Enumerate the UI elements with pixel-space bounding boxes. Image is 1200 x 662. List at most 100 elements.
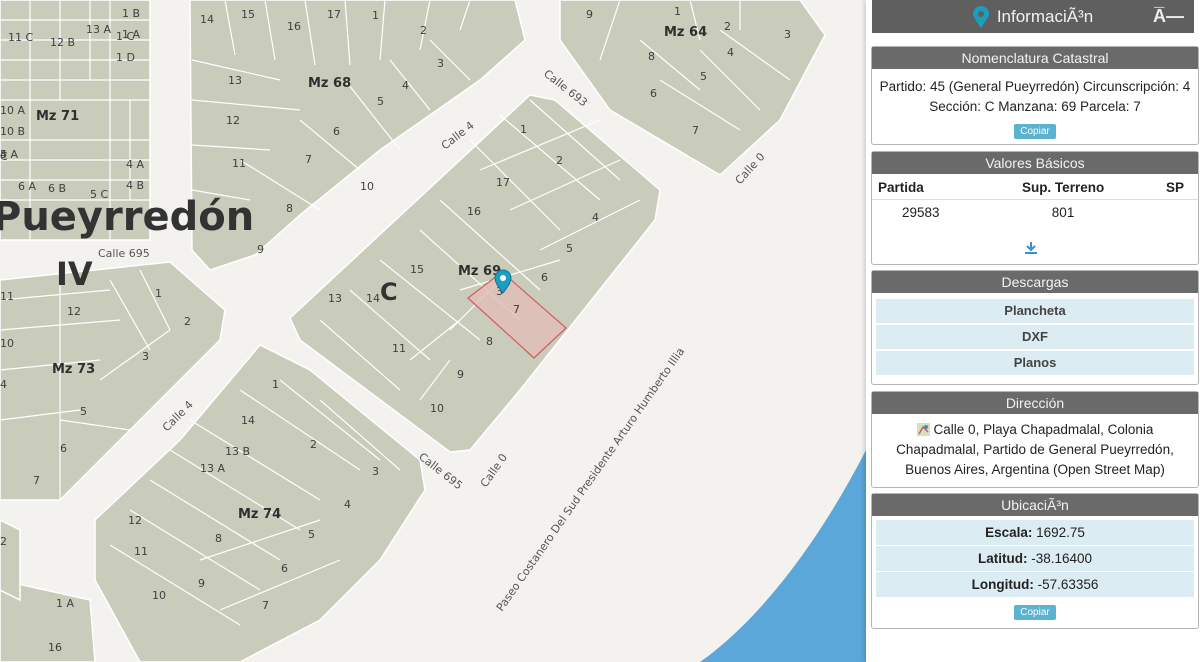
lot-number: 10 (152, 589, 166, 602)
direccion-title: Dirección (872, 392, 1198, 414)
mz-73-label: Mz 73 (52, 362, 95, 377)
lot-number: 10 B (0, 125, 25, 138)
lot-number: 7 (513, 303, 520, 316)
lot-number: 4 (0, 378, 7, 391)
latitud-value: -38.16400 (1031, 551, 1093, 566)
lot-number: 8 (648, 50, 655, 63)
lot-number: 7 (262, 599, 269, 612)
download-planos[interactable]: Planos (876, 351, 1194, 375)
lot-number: 14 (366, 292, 380, 305)
lot-number: 14 (200, 13, 214, 26)
lot-number: 6 (60, 442, 67, 455)
lot-number: 6 (541, 271, 548, 284)
lot-number: 11 (134, 545, 148, 558)
lot-number: 6 (281, 562, 288, 575)
mz-74-label: Mz 74 (238, 507, 281, 522)
text-size-icon[interactable]: A̅— (1153, 6, 1184, 27)
lot-number: 7 (33, 474, 40, 487)
lot-number: 11 C (8, 31, 33, 44)
lot-number: 8 (286, 202, 293, 215)
copy-nomenclatura-button[interactable]: Copiar (1014, 124, 1056, 139)
map-marker-icon (972, 5, 989, 28)
block-left-edge (0, 519, 21, 602)
lot-number: 12 (128, 514, 142, 527)
nomenclatura-text: Partido: 45 (General Pueyrredón) Circuns… (879, 79, 1191, 114)
lot-number: 15 (241, 8, 255, 21)
lot-number: 1 (674, 5, 681, 18)
lot-number: 5 (700, 70, 707, 83)
lot-number: 7 (692, 124, 699, 137)
lot-number: 2 (184, 315, 191, 328)
value-sup-terreno: 801 (1051, 205, 1075, 220)
lot-number: 1 (272, 378, 279, 391)
lot-number: 1 (372, 9, 379, 22)
lot-number: 9 (586, 8, 593, 21)
town-label: Pueyrredón (0, 194, 254, 240)
lot-number: 17 (327, 8, 341, 21)
lot-number: 11 (0, 290, 14, 303)
lot-number: 12 (226, 114, 240, 127)
lot-number: 4 B (126, 179, 144, 192)
lot-number: 5 (566, 242, 573, 255)
lot-number: 8 (215, 532, 222, 545)
lot-number: 13 (228, 74, 242, 87)
lot-number: 17 (496, 176, 510, 189)
sea-area (700, 450, 866, 662)
lot-number: 12 (67, 305, 81, 318)
valores-table: Partida Sup. Terreno SP 29583 801 (872, 174, 1198, 220)
lot-number: 10 A (0, 104, 25, 117)
lot-number: 5 (80, 405, 87, 418)
street-calle-0-bottom: Calle 0 (478, 451, 510, 489)
lot-number: 7 (305, 153, 312, 166)
header-partida: Partida (872, 174, 988, 200)
lot-number: 9 (257, 243, 264, 256)
lot-number: 13 B (225, 445, 250, 458)
longitud-row: Longitud: -57.63356 (876, 572, 1194, 597)
latitud-label: Latitud: (977, 551, 1028, 566)
lot-number: 9 (457, 368, 464, 381)
copy-ubicacion-button[interactable]: Copiar (1014, 605, 1056, 620)
download-dxf[interactable]: DXF (876, 325, 1194, 349)
descargas-title: Descargas (872, 271, 1198, 293)
lot-number: 10 (430, 402, 444, 415)
mz-68-label: Mz 68 (308, 76, 351, 91)
lot-number: 9 (198, 577, 205, 590)
lot-number: 11 (392, 342, 406, 355)
lot-number: 4 (402, 79, 409, 92)
escala-row: Escala: 1692.75 (876, 520, 1194, 545)
lot-number: 6 (333, 125, 340, 138)
latitud-row: Latitud: -38.16400 (876, 546, 1194, 571)
lot-number: 15 (410, 263, 424, 276)
section-valores-basicos: Valores Básicos Partida Sup. Terreno SP … (871, 151, 1199, 265)
lot-number: 2 (724, 20, 731, 33)
download-plancheta[interactable]: Plancheta (876, 299, 1194, 323)
lot-number: 12 B (50, 36, 75, 49)
section-direccion: Dirección Calle 0, Playa Chapadmalal, Co… (871, 391, 1199, 488)
lot-number: 10 (360, 180, 374, 193)
lot-number: 14 (241, 414, 255, 427)
lot-number: 10 (0, 337, 14, 350)
lot-number: 16 (467, 205, 481, 218)
info-panel: InformaciÃ³n A̅— Nomenclatura Catastral … (866, 0, 1200, 662)
lot-number: 13 (328, 292, 342, 305)
lot-number: 3 (142, 350, 149, 363)
lot-number: 6 (650, 87, 657, 100)
lot-number: 2 (0, 535, 7, 548)
lot-number: 3 (372, 465, 379, 478)
lot-number: 1 C (116, 30, 134, 43)
download-icon[interactable] (1024, 240, 1038, 259)
circunscripcion-label: IV (56, 255, 93, 293)
valores-title: Valores Básicos (872, 152, 1198, 174)
section-descargas: Descargas Plancheta DXF Planos (871, 270, 1199, 385)
lot-number: 2 (420, 24, 427, 37)
lot-number: 1 A (56, 597, 74, 610)
panel-title: InformaciÃ³n (996, 6, 1094, 26)
lot-number: 6 A (18, 180, 36, 193)
escala-label: Escala: (985, 525, 1033, 540)
lot-number: 16 (287, 20, 301, 33)
lot-number: 3 (437, 57, 444, 70)
lot-number: 4 (344, 498, 351, 511)
header-sup-terreno: Sup. Terreno (987, 174, 1137, 200)
lot-number: 8 (486, 335, 493, 348)
lot-number: 1 (520, 123, 527, 136)
